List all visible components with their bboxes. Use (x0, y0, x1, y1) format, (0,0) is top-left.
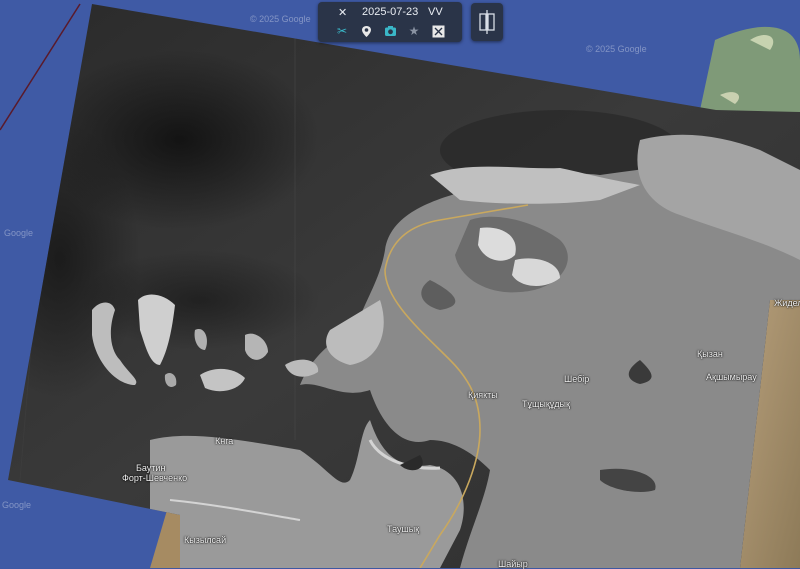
satellite-map[interactable] (0, 0, 800, 568)
place-label: Форт-Шевченко (122, 473, 188, 483)
place-label: Тұщықұдық (522, 399, 570, 409)
map-watermark: Google (2, 500, 32, 510)
place-label: Ақшымырау (706, 372, 757, 382)
place-label: Таушық (387, 524, 420, 534)
polarization-selector[interactable]: VV (428, 6, 443, 18)
place-label: Қиякты (468, 390, 498, 400)
drop-pin-icon[interactable] (358, 23, 374, 39)
place-label: Шебір (564, 374, 590, 384)
image-toolbar: ✕ 2025-07-23 VV ✂ ★ (318, 2, 462, 42)
map-watermark: © 2025 Google (250, 14, 311, 24)
place-label: Кнга (215, 436, 234, 446)
split-view-button[interactable] (471, 3, 503, 41)
place-label: Кызылсай (184, 535, 227, 545)
camera-icon[interactable] (382, 23, 398, 39)
split-view-icon (479, 10, 495, 34)
acquisition-date[interactable]: 2025-07-23 (362, 6, 418, 18)
satellite-icon: ✕ (338, 7, 348, 19)
cut-icon[interactable] (430, 23, 446, 39)
map-watermark: Google (4, 228, 34, 238)
map-watermark: © 2025 Google (586, 44, 647, 54)
place-label: Жидел (774, 298, 800, 308)
place-label: Қызан (697, 349, 723, 359)
crossed-tools-icon[interactable]: ✂ (334, 23, 350, 39)
place-label: Баутин (136, 463, 166, 473)
star-icon[interactable]: ★ (406, 23, 422, 39)
